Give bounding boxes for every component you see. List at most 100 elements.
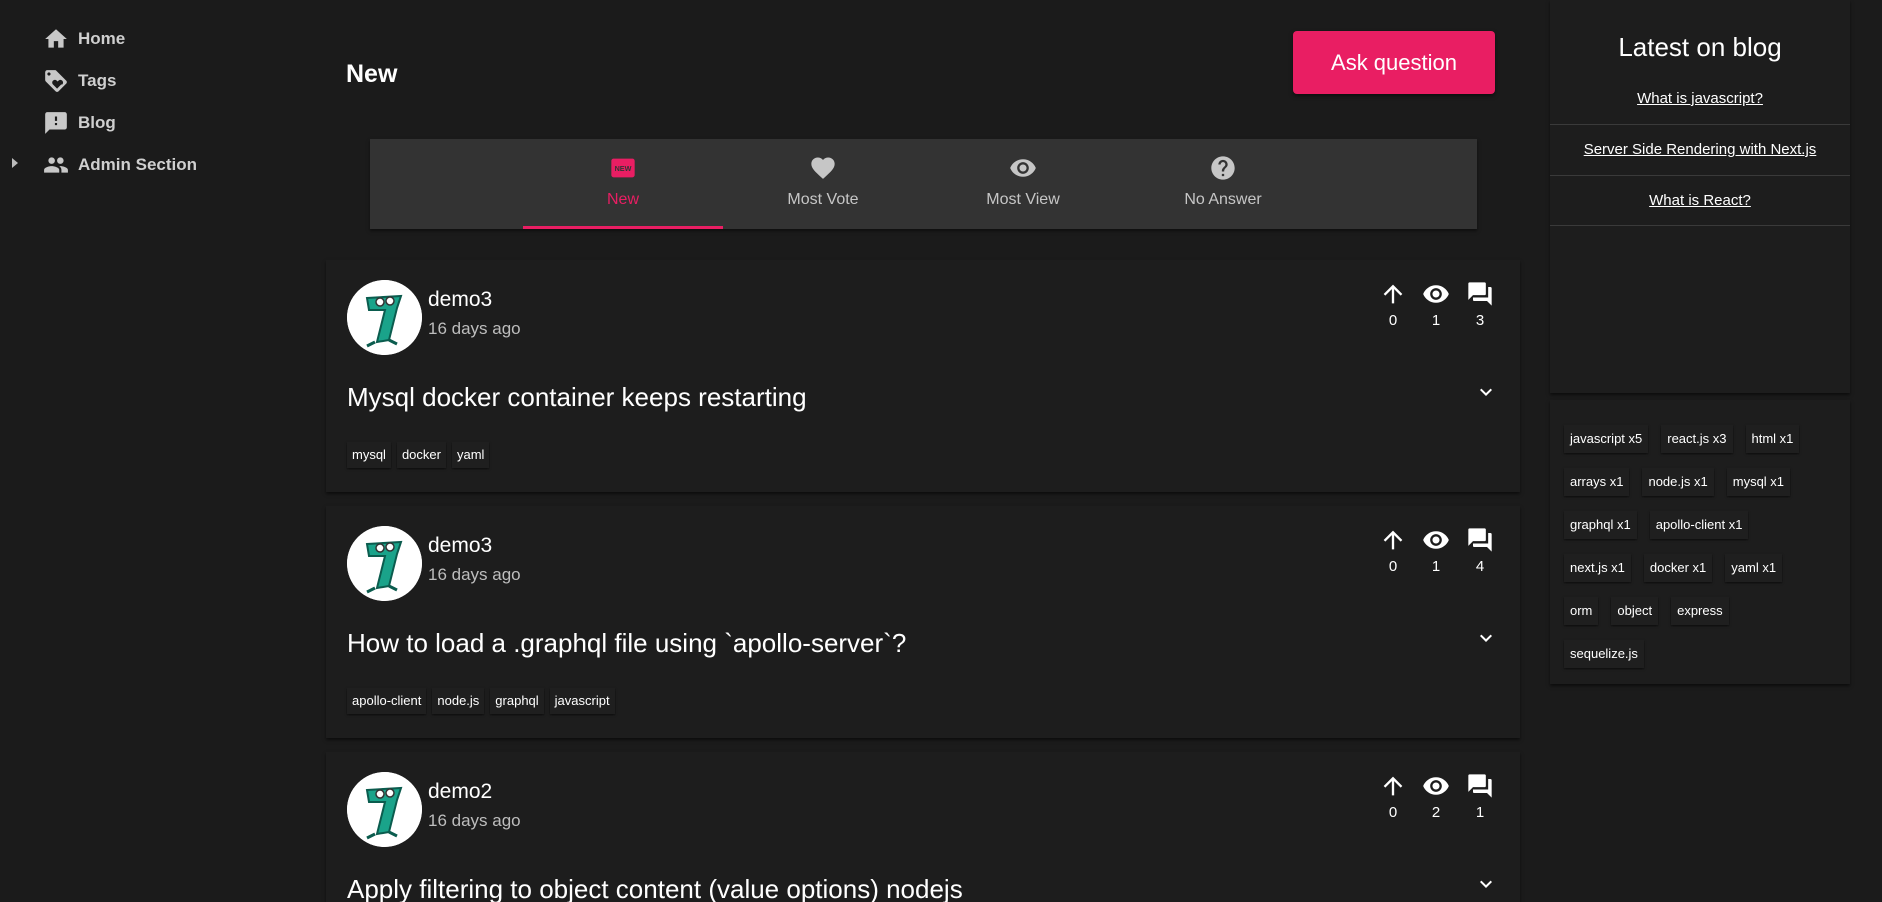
question-title[interactable]: How to load a .graphql file using `apoll…	[347, 628, 906, 659]
chevron-down-icon[interactable]	[1474, 872, 1498, 896]
tag-chip[interactable]: orm	[1564, 597, 1599, 625]
sort-tabs: NEW New Most Vote Most View No Answer	[370, 139, 1477, 229]
chevron-down-icon[interactable]	[1474, 626, 1498, 650]
tag-chip[interactable]: express	[1671, 597, 1729, 625]
eye-icon	[1008, 153, 1038, 183]
tag-chip[interactable]: yaml x1	[1725, 554, 1783, 582]
tab-no-answer[interactable]: No Answer	[1123, 139, 1323, 229]
question-tag[interactable]: node.js	[432, 688, 485, 714]
chevron-down-icon[interactable]	[1474, 380, 1498, 404]
views-count: 1	[1431, 558, 1441, 575]
home-icon	[42, 25, 70, 53]
tag-row: orm object express	[1564, 597, 1729, 625]
tag-row: next.js x1 docker x1 yaml x1	[1564, 554, 1783, 582]
question-card[interactable]: demo3 16 days ago 0 1 4 How to load a .g…	[326, 506, 1520, 738]
question-tag[interactable]: apollo-client	[347, 688, 427, 714]
blog-panel-title: Latest on blog	[1618, 32, 1782, 62]
tag-chip[interactable]: html x1	[1745, 425, 1800, 453]
tab-new[interactable]: NEW New	[523, 139, 723, 229]
author-name[interactable]: demo3	[428, 288, 492, 312]
question-card[interactable]: demo3 16 days ago 0 1 3 Mysql docker con…	[326, 260, 1520, 492]
question-title[interactable]: Apply filtering to object content (value…	[347, 874, 963, 902]
post-time: 16 days ago	[428, 565, 521, 584]
tag-chip[interactable]: docker x1	[1643, 554, 1713, 582]
avatar[interactable]	[347, 280, 422, 355]
popular-tags-panel: javascript x5 react.js x3 html x1 arrays…	[1550, 400, 1850, 684]
eye-icon	[1423, 777, 1449, 795]
tag-chip[interactable]: next.js x1	[1564, 554, 1631, 582]
forum-icon	[1468, 774, 1492, 798]
question-tag[interactable]: docker	[396, 442, 446, 468]
sidebar-item-label: Home	[78, 29, 126, 48]
feedback-icon	[42, 109, 70, 137]
tab-most-vote[interactable]: Most Vote	[723, 139, 923, 229]
sidebar-item-label: Tags	[78, 71, 117, 90]
author-name[interactable]: demo2	[428, 780, 492, 804]
answers-count: 3	[1475, 312, 1485, 329]
tab-label: Most Vote	[787, 191, 859, 208]
blog-link[interactable]: Server Side Rendering with Next.js	[1550, 141, 1850, 158]
sidebar-item-tags[interactable]: Tags	[0, 60, 300, 102]
sidebar-item-label: Admin Section	[78, 155, 198, 174]
ask-question-button[interactable]: Ask question	[1293, 31, 1495, 94]
question-tag[interactable]: mysql	[347, 442, 391, 468]
caret-right-icon[interactable]	[12, 158, 18, 168]
question-title[interactable]: Mysql docker container keeps restarting	[347, 382, 807, 413]
app: Home Tags Blog Admin Section New Ask que…	[0, 0, 1882, 902]
tag-chip[interactable]: apollo-client x1	[1649, 511, 1749, 539]
tab-most-view[interactable]: Most View	[923, 139, 1123, 229]
question-card[interactable]: demo2 16 days ago 0 2 1 Apply filtering …	[326, 752, 1520, 902]
eye-icon	[1423, 531, 1449, 549]
help-circle-icon	[1208, 153, 1238, 183]
divider	[1550, 124, 1850, 125]
arrow-up-icon	[1383, 530, 1403, 550]
sidebar-item-home[interactable]: Home	[0, 18, 300, 60]
tag-chip[interactable]: graphql x1	[1564, 511, 1637, 539]
votes-count: 0	[1388, 558, 1398, 575]
views-stat: 2	[1418, 772, 1454, 821]
views-stat: 1	[1418, 526, 1454, 575]
post-time: 16 days ago	[428, 319, 521, 338]
tag-chip[interactable]: node.js x1	[1642, 468, 1714, 496]
tag-chip[interactable]: arrays x1	[1564, 468, 1630, 496]
arrow-up-icon	[1383, 284, 1403, 304]
views-count: 1	[1431, 312, 1441, 329]
votes-count: 0	[1388, 312, 1398, 329]
views-count: 2	[1431, 804, 1441, 821]
votes-stat: 0	[1375, 526, 1411, 575]
divider	[1550, 225, 1850, 226]
sidebar-item-blog[interactable]: Blog	[0, 102, 300, 144]
tag-chip[interactable]: object	[1611, 597, 1659, 625]
tag-row: graphql x1 apollo-client x1	[1564, 511, 1749, 539]
question-tags: apollo-client node.js graphql javascript	[347, 688, 615, 714]
tag-chip[interactable]: sequelize.js	[1564, 640, 1644, 668]
sidebar-item-label: Blog	[78, 113, 116, 132]
tag-chip[interactable]: javascript x5	[1564, 425, 1649, 453]
question-tag[interactable]: graphql	[490, 688, 544, 714]
tab-label: No Answer	[1184, 191, 1262, 208]
svg-text:NEW: NEW	[615, 164, 632, 173]
question-tag[interactable]: javascript	[549, 688, 615, 714]
page-title: New	[346, 60, 398, 88]
blog-link[interactable]: What is React?	[1550, 192, 1850, 209]
tab-label: New	[606, 191, 639, 208]
avatar[interactable]	[347, 772, 422, 847]
tag-chip[interactable]: react.js x3	[1661, 425, 1733, 453]
forum-icon	[1468, 528, 1492, 552]
active-tab-indicator	[523, 226, 723, 229]
post-time: 16 days ago	[428, 811, 521, 830]
sidebar: Home Tags Blog Admin Section	[0, 18, 300, 186]
question-tag[interactable]: yaml	[451, 442, 490, 468]
blog-link[interactable]: What is javascript?	[1550, 90, 1850, 107]
tag-icon	[42, 67, 70, 95]
tag-row: javascript x5 react.js x3 html x1	[1564, 425, 1800, 453]
avatar[interactable]	[347, 526, 422, 601]
votes-stat: 0	[1375, 772, 1411, 821]
author-name[interactable]: demo3	[428, 534, 492, 558]
eye-icon	[1423, 285, 1449, 303]
tag-chip[interactable]: mysql x1	[1726, 468, 1791, 496]
sidebar-item-admin-section[interactable]: Admin Section	[0, 144, 300, 186]
answers-stat: 3	[1462, 280, 1498, 329]
answers-stat: 4	[1462, 526, 1498, 575]
divider	[1550, 175, 1850, 176]
